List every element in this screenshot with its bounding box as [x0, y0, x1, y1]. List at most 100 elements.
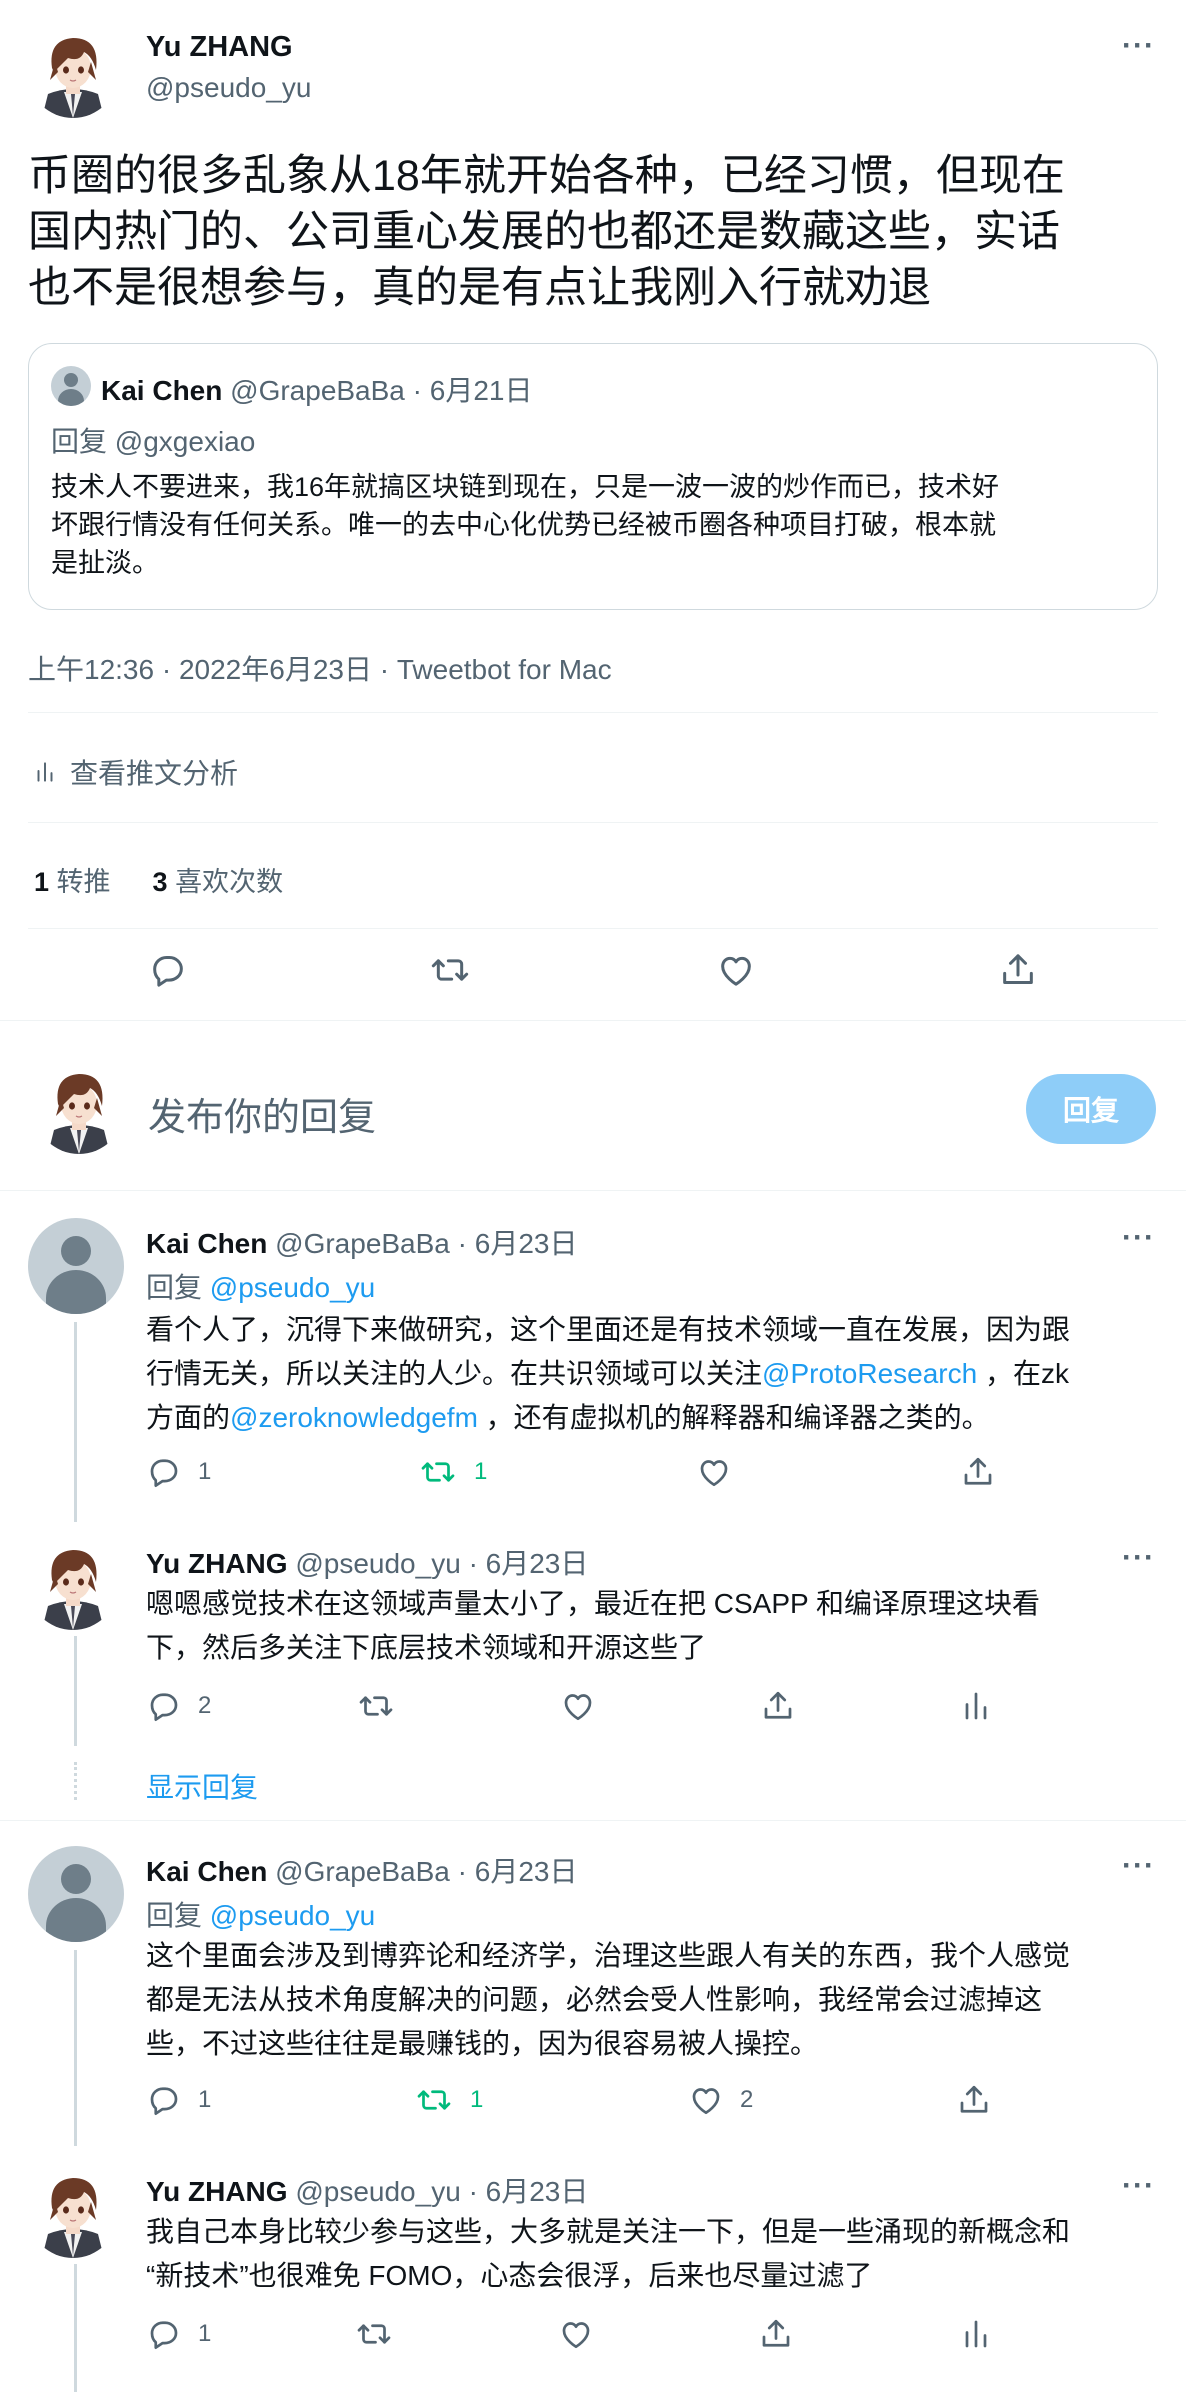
analytics-icon — [958, 2316, 994, 2352]
retweet-icon — [414, 2082, 454, 2118]
tweet-timestamp-source[interactable]: 上午12:36 · 2022年6月23日 · Tweetbot for Mac — [28, 648, 612, 688]
reply-text-line: 嗯嗯感觉技术在这领域声量太小了，最近在把 CSAPP 和编译原理这块看 — [146, 1588, 1040, 1619]
share-icon[interactable] — [998, 950, 1038, 990]
reply-count: 2 — [198, 1692, 212, 1719]
more-options-icon[interactable]: ··· — [1122, 1543, 1155, 1573]
share-icon — [960, 1454, 996, 1490]
reply-text-line: “新技术”也很难免 FOMO，心态会很浮，后来也尽量过滤了 — [146, 2260, 873, 2291]
reply-author-handle[interactable]: @pseudo_yu — [295, 1548, 460, 1579]
thread-line — [74, 1636, 77, 1746]
quoted-author-handle: @GrapeBaBa — [230, 375, 405, 406]
reply-date[interactable]: · 6月23日 — [469, 2176, 589, 2207]
text-fragment: 方面的 — [146, 1402, 231, 1433]
share-button[interactable] — [758, 2316, 794, 2352]
reply-avatar[interactable] — [28, 1218, 124, 1314]
like-button[interactable]: 2 — [688, 2082, 753, 2118]
analytics-button[interactable] — [958, 2316, 994, 2352]
reply-icon — [146, 1454, 182, 1490]
show-replies-link[interactable]: 显示回复 — [146, 1766, 258, 1806]
reply-prefix: 回复 — [146, 1900, 203, 1931]
reply-date[interactable]: · 6月23日 — [458, 1856, 578, 1887]
likes-stat[interactable]: 3 喜欢次数 — [153, 860, 284, 899]
more-options-icon[interactable]: ··· — [1122, 1223, 1155, 1253]
quoted-date: · 6月21日 — [412, 375, 533, 406]
quoted-text: 技术人不要进来，我16年就搞区块链到现在，只是一波一波的炒作而已，技术好 坏跟行… — [51, 468, 1141, 582]
share-button[interactable] — [760, 1688, 796, 1724]
quoted-tweet-card[interactable]: Kai Chen @GrapeBaBa · 6月21日 回复 @gxgexiao… — [28, 343, 1158, 610]
reply-icon — [146, 2082, 182, 2118]
retweet-button[interactable]: 1 — [414, 2082, 483, 2118]
reply-header: Kai Chen @GrapeBaBa · 6月23日 — [146, 1850, 578, 1890]
share-button[interactable] — [956, 2082, 992, 2118]
thread-line — [74, 2264, 77, 2392]
like-icon — [696, 1454, 732, 1490]
main-action-bar — [0, 950, 1186, 1000]
analytics-button[interactable] — [958, 1688, 994, 1724]
reply-icon[interactable] — [148, 950, 188, 990]
quoted-reply-to: @gxgexiao — [114, 426, 256, 457]
reply-text-line: 看个人了，沉得下来做研究，这个里面还是有技术领域一直在发展，因为跟 — [146, 1314, 1071, 1345]
reply-button[interactable]: 1 — [146, 2316, 211, 2352]
reply-author-name[interactable]: Kai Chen — [146, 1228, 267, 1259]
like-icon — [560, 1688, 596, 1724]
reply-to-mention[interactable]: @pseudo_yu — [210, 1272, 375, 1303]
reply-button[interactable]: 1 — [146, 2082, 211, 2118]
reply-compose-input[interactable]: 发布你的回复 — [148, 1086, 376, 1141]
mention-link[interactable]: @zeroknowledgefm — [230, 1402, 478, 1433]
main-tweet-author-name[interactable]: Yu ZHANG — [146, 31, 293, 64]
view-analytics-link[interactable]: 查看推文分析 — [32, 752, 238, 792]
like-button[interactable] — [696, 1454, 732, 1490]
like-count: 2 — [740, 2086, 754, 2113]
reply-text-line: 方面的@zeroknowledgefm ，还有虚拟机的解释器和编译器之类的。 — [146, 1396, 1166, 1440]
more-options-icon[interactable]: ··· — [1122, 31, 1155, 61]
reply-author-name[interactable]: Kai Chen — [146, 1856, 267, 1887]
more-options-icon[interactable]: ··· — [1122, 1851, 1155, 1881]
reply-text-line: 都是无法从技术角度解决的问题，必然会受人性影响，我经常会过滤掉这 — [146, 1984, 1043, 2015]
more-options-icon[interactable]: ··· — [1122, 2171, 1155, 2201]
reply-text-line: 下，然后多关注下底层技术领域和开源这些了 — [146, 1632, 707, 1663]
like-icon — [558, 2316, 594, 2352]
retweet-button[interactable]: 1 — [418, 1454, 487, 1490]
text-fragment: 行情无关，所以关注的人少。在共识领域可以关注 — [146, 1358, 763, 1389]
reply-author-handle[interactable]: @pseudo_yu — [295, 2176, 460, 2207]
reply-author-handle[interactable]: @GrapeBaBa — [275, 1856, 450, 1887]
reply-action-bar: 1 — [146, 2316, 1006, 2356]
quoted-text-line: 坏跟行情没有任何关系。唯一的去中心化优势已经被币圈各种项目打破，根本就 — [51, 510, 996, 540]
retweet-icon[interactable] — [428, 950, 472, 990]
reply-count: 1 — [198, 2320, 212, 2347]
reply-avatar[interactable] — [28, 2168, 118, 2258]
reply-avatar[interactable] — [28, 1846, 124, 1942]
text-fragment: ，在zk — [977, 1358, 1069, 1389]
main-tweet-text: 币圈的很多乱象从18年就开始各种，已经习惯，但现在 国内热门的、公司重心发展的也… — [28, 148, 1168, 316]
like-button[interactable] — [560, 1688, 596, 1724]
reply-text-line: 这个里面会涉及到博弈论和经济学，治理这些跟人有关的东西，我个人感觉 — [146, 1940, 1071, 1971]
like-button[interactable] — [558, 2316, 594, 2352]
reply-avatar[interactable] — [28, 1540, 118, 1630]
reply-to-mention[interactable]: @pseudo_yu — [210, 1900, 375, 1931]
share-button[interactable] — [960, 1454, 996, 1490]
reply-action-bar: 1 1 2 — [146, 2082, 1006, 2122]
reply-button[interactable]: 1 — [146, 1454, 211, 1490]
reply-date[interactable]: · 6月23日 — [458, 1228, 578, 1259]
reply-author-name[interactable]: Yu ZHANG — [146, 1548, 288, 1579]
reply-date[interactable]: · 6月23日 — [469, 1548, 589, 1579]
retweet-count: 1 — [474, 1458, 488, 1485]
retweets-stat[interactable]: 1 转推 — [34, 860, 111, 899]
share-icon — [760, 1688, 796, 1724]
reply-author-handle[interactable]: @GrapeBaBa — [275, 1228, 450, 1259]
mention-link[interactable]: @ProtoResearch — [762, 1358, 977, 1389]
quoted-reply-prefix: 回复 — [51, 426, 108, 457]
reply-header: Yu ZHANG @pseudo_yu · 6月23日 — [146, 1542, 588, 1582]
reply-author-name[interactable]: Yu ZHANG — [146, 2176, 288, 2207]
reply-count: 1 — [198, 2086, 212, 2113]
reply-submit-button[interactable]: 回复 — [1026, 1074, 1156, 1144]
like-icon[interactable] — [716, 950, 756, 990]
main-tweet-author-handle[interactable]: @pseudo_yu — [146, 72, 311, 104]
analytics-icon — [32, 759, 58, 785]
main-tweet-avatar[interactable] — [28, 28, 118, 118]
tweet-stats-row: 1 转推 3 喜欢次数 — [34, 860, 283, 899]
retweet-button[interactable] — [356, 1688, 396, 1724]
reply-button[interactable]: 2 — [146, 1688, 211, 1724]
retweet-button[interactable] — [354, 2316, 394, 2352]
retweet-count: 1 — [470, 2086, 484, 2113]
